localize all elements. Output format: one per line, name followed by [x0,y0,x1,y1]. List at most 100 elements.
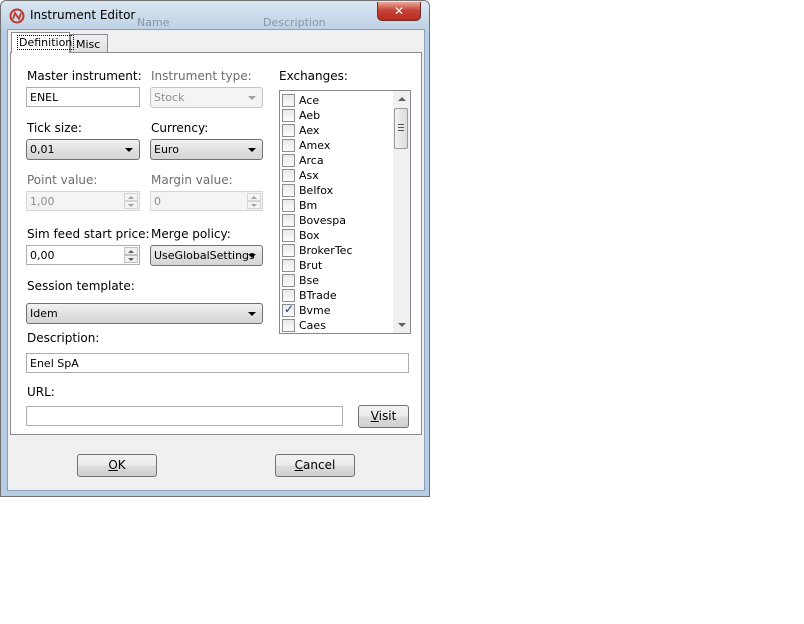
checkbox-icon[interactable] [282,214,295,227]
checkbox-icon[interactable] [282,139,295,152]
exchange-item[interactable]: Bovespa [282,213,346,228]
margin-value-spinner[interactable]: 0 [150,191,263,211]
exchange-item[interactable]: Amex [282,138,330,153]
spinner-arrows-icon [247,193,261,209]
merge-policy-label: Merge policy: [151,227,231,241]
master-instrument-input[interactable]: ENEL [26,87,140,107]
visit-label: isit [378,409,397,423]
close-button[interactable]: ✕ [377,2,421,21]
checkbox-icon[interactable] [282,184,295,197]
exchanges-label: Exchanges: [279,69,348,83]
spinner-arrows-icon[interactable] [124,247,138,263]
exchange-item-label: Box [299,229,320,242]
exchange-item[interactable]: Aex [282,123,319,138]
cancel-button[interactable]: Cancel [275,454,355,477]
session-template-select[interactable]: Idem [26,303,263,324]
title-bar[interactable]: Name Description Instrument Editor ✕ [1,1,429,31]
exchange-item[interactable]: Bse [282,273,319,288]
checkbox-icon[interactable] [282,199,295,212]
cancel-label: ancel [303,458,336,472]
merge-policy-select[interactable]: UseGlobalSettings [150,245,263,266]
tab-misc-label: Misc [76,38,101,51]
tab-misc[interactable]: Misc [70,34,108,53]
close-icon: ✕ [393,4,405,18]
exchange-item[interactable]: Arca [282,153,324,168]
exchanges-listbox[interactable]: Ace Aeb Aex Amex Arca Asx Belfox Bm Bovespa Box Br… [279,90,411,334]
checkbox-icon[interactable] [282,274,295,287]
sim-feed-start-price-label: Sim feed start price: [27,227,150,241]
instrument-type-label: Instrument type: [151,69,252,83]
exchange-item[interactable]: Belfox [282,183,333,198]
currency-value: Euro [154,143,179,156]
instrument-type-select[interactable]: Stock [150,87,263,108]
exchange-item-label: Amex [299,139,331,152]
url-label: URL: [27,385,55,399]
chevron-down-icon [125,148,133,152]
session-template-value: Idem [30,307,58,320]
exchange-item[interactable]: Asx [282,168,319,183]
chevron-down-icon [248,254,256,258]
checkbox-icon[interactable] [282,319,295,332]
description-input[interactable]: Enel SpA [26,353,409,373]
ninja-logo-icon [9,8,25,24]
exchange-item-label: Belfox [299,184,334,197]
exchange-item-label: Bovespa [299,214,347,227]
exchange-item[interactable]: BTrade [282,288,337,303]
checkbox-icon[interactable] [282,244,295,257]
tab-definition[interactable]: Definition [11,32,75,53]
description-label: Description: [27,331,100,345]
grip-icon [398,124,404,131]
checkbox-icon[interactable] [282,154,295,167]
exchange-item-label: BrokerTec [299,244,353,257]
margin-value-label: Margin value: [151,173,233,187]
scroll-up-icon[interactable] [398,97,406,101]
scroll-down-icon[interactable] [398,323,406,327]
checkbox-icon[interactable] [282,289,295,302]
margin-value-value: 0 [154,195,161,208]
checkbox-icon[interactable] [282,302,295,317]
exchange-item[interactable]: Box [282,228,319,243]
currency-select[interactable]: Euro [150,139,263,160]
chevron-down-icon [248,96,256,100]
chevron-down-icon [248,312,256,316]
checkbox-icon[interactable] [282,109,295,122]
exchange-item-label: Bm [299,199,318,212]
exchange-item[interactable]: Caes [282,318,326,333]
background-column-header-name: Name [137,16,170,29]
checkbox-icon[interactable] [282,124,295,137]
cancel-mnemonic: C [294,458,304,472]
exchange-item-label: Aeb [299,109,321,122]
tick-size-label: Tick size: [27,121,82,135]
tick-size-select[interactable]: 0,01 [26,139,140,160]
spinner-arrows-icon [124,193,138,209]
visit-mnemonic: V [370,409,379,423]
visit-button[interactable]: Visit [358,405,409,428]
checkbox-icon[interactable] [282,259,295,272]
exchange-item[interactable]: Bvme [282,302,331,318]
exchange-item[interactable]: Bm [282,198,317,213]
scroll-thumb[interactable] [394,108,408,149]
exchange-item-label: Brut [299,259,323,272]
url-input[interactable] [26,406,343,426]
exchanges-scrollbar[interactable] [393,91,410,333]
sim-feed-start-price-spinner[interactable]: 0,00 [26,245,140,265]
exchange-item[interactable]: Ace [282,93,319,108]
checkbox-icon[interactable] [282,169,295,182]
sim-feed-start-price-value: 0,00 [30,249,55,262]
currency-label: Currency: [151,121,209,135]
checkbox-icon[interactable] [282,229,295,242]
exchange-item-label: Ace [299,94,320,107]
checkbox-icon[interactable] [282,94,295,107]
instrument-type-value: Stock [154,91,185,104]
dialog-client-area: Definition Misc Master instrument: ENEL … [7,29,425,491]
merge-policy-value: UseGlobalSettings [154,249,255,262]
chevron-down-icon [248,148,256,152]
ok-button[interactable]: OK [77,454,157,477]
point-value-spinner[interactable]: 1,00 [26,191,140,211]
session-template-label: Session template: [27,279,135,293]
exchange-item[interactable]: BrokerTec [282,243,353,258]
master-instrument-label: Master instrument: [27,69,142,83]
exchange-item[interactable]: Brut [282,258,322,273]
exchange-item[interactable]: Aeb [282,108,320,123]
exchange-item-label: Caes [299,319,326,332]
